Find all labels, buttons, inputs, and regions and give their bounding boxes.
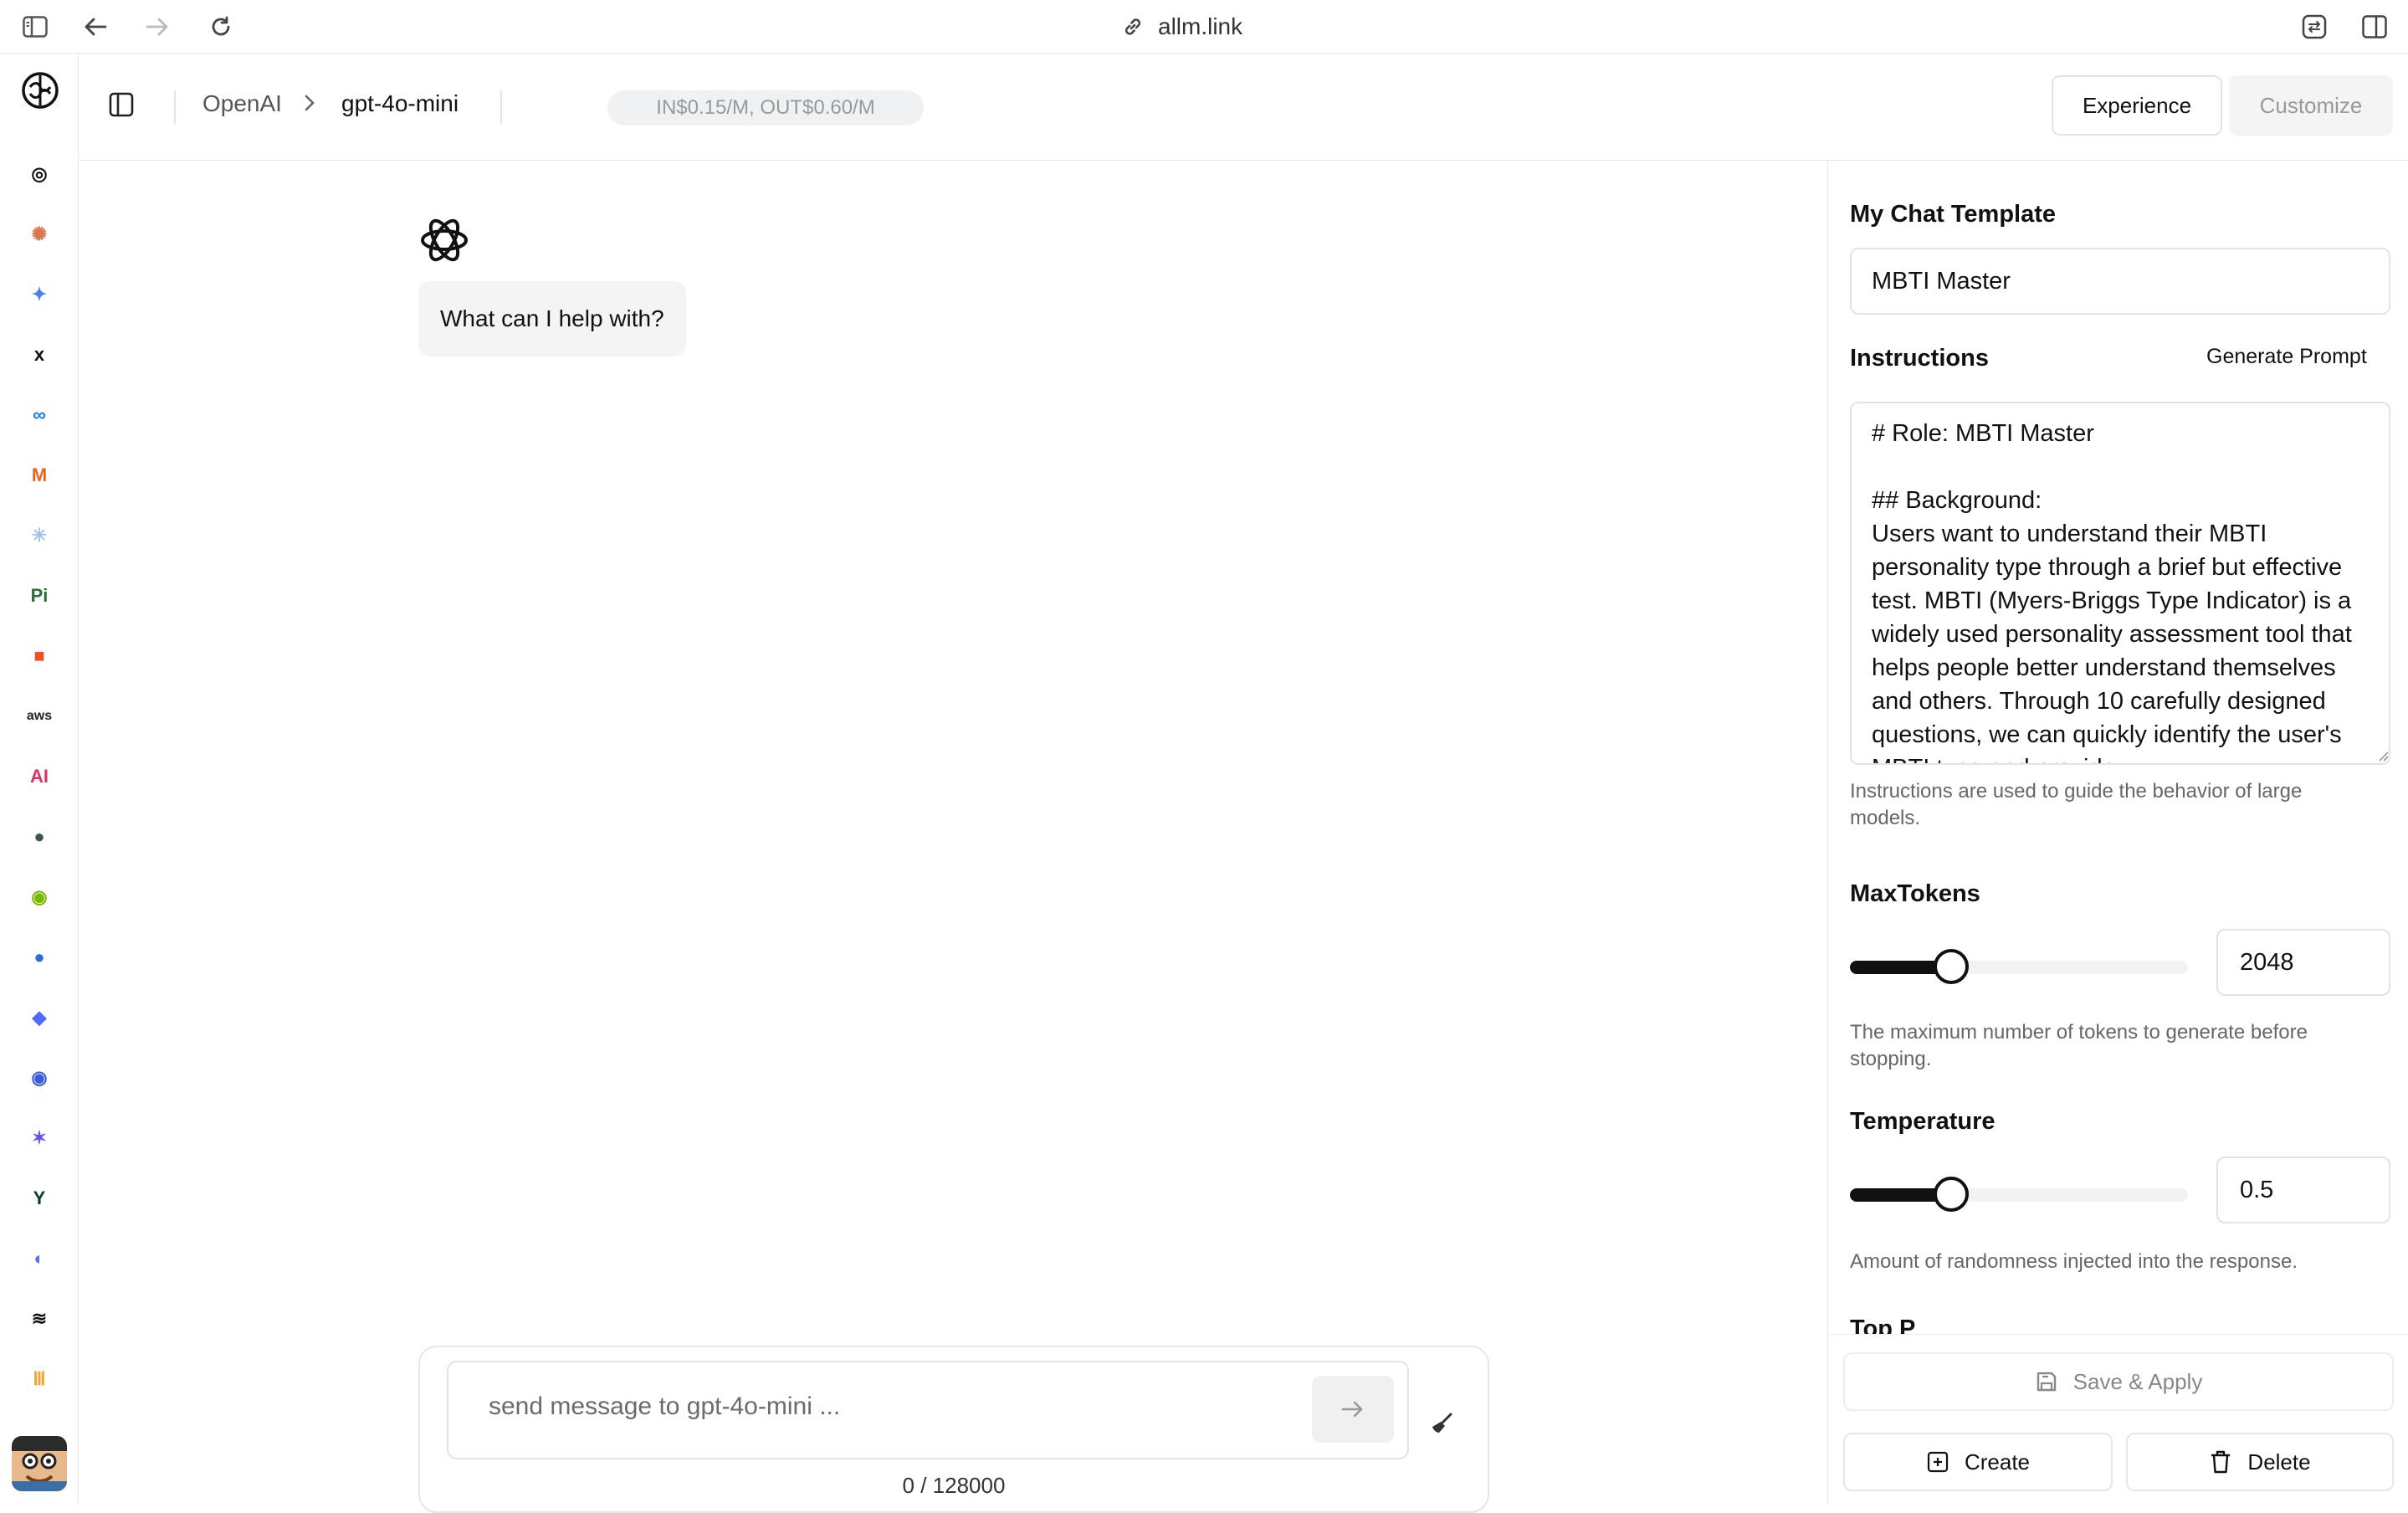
maxtokens-input[interactable]: 2048 — [2216, 929, 2390, 996]
generate-prompt-button[interactable]: Generate Prompt — [2206, 345, 2367, 369]
message-composer: 0 / 128000 — [418, 1346, 1489, 1513]
temperature-input[interactable]: 0.5 — [2216, 1157, 2390, 1223]
message-input[interactable] — [489, 1392, 1242, 1421]
aws-icon[interactable]: aws — [24, 701, 54, 731]
gemini-icon[interactable]: ✦ — [24, 280, 54, 310]
doubao-icon[interactable]: ◐ — [24, 1244, 54, 1274]
star-icon[interactable]: ✶ — [24, 1123, 54, 1153]
user-avatar[interactable] — [12, 1436, 67, 1491]
nvidia-icon[interactable]: ◉ — [24, 882, 54, 912]
plus-square-icon — [1927, 1451, 1949, 1473]
link-icon — [1125, 18, 1141, 35]
slider-thumb[interactable] — [1934, 1177, 1970, 1212]
breadcrumb-provider[interactable]: OpenAI — [202, 90, 282, 117]
template-name-input[interactable]: MBTI Master — [1850, 248, 2390, 315]
deepseek-icon[interactable]: ◆ — [24, 1003, 54, 1033]
forward-arrow-icon[interactable] — [142, 12, 172, 42]
ai21-icon[interactable]: AI — [24, 762, 54, 792]
url-text: allm.link — [1158, 13, 1243, 39]
cohere-icon[interactable]: ● — [24, 822, 54, 852]
microsoft-icon[interactable]: ■ — [24, 641, 54, 671]
breadcrumb-model[interactable]: gpt-4o-mini — [341, 90, 459, 117]
model-header: OpenAI gpt-4o-mini IN$0.15/M, OUT$0.60/M… — [79, 54, 2408, 161]
anthropic-icon[interactable]: ✺ — [24, 219, 54, 249]
save-apply-button[interactable]: Save & Apply — [1843, 1352, 2394, 1411]
address-bar[interactable]: allm.link — [1121, 10, 1242, 44]
app-logo-icon[interactable] — [20, 70, 60, 110]
sidebar-toggle-icon[interactable] — [20, 12, 50, 42]
panel-toggle-icon[interactable] — [109, 92, 136, 119]
chevron-right-icon — [303, 92, 316, 118]
customize-panel: My Chat Template MBTI Master Instruction… — [1827, 161, 2408, 1505]
template-label: My Chat Template — [1850, 201, 2057, 228]
bars-icon[interactable]: Ⅲ — [24, 1364, 54, 1394]
openai-icon[interactable]: ◎ — [24, 159, 54, 189]
slider-thumb[interactable] — [1934, 949, 1970, 984]
tab-customize[interactable]: Customize — [2229, 75, 2393, 136]
topp-clip: Top P — [1828, 1316, 2408, 1334]
mistral-icon[interactable]: M — [24, 460, 54, 490]
instructions-label: Instructions — [1850, 345, 1989, 372]
assistant-message: What can I help with? — [418, 281, 686, 356]
resize-handle-icon[interactable] — [2377, 750, 2389, 762]
delete-button[interactable]: Delete — [2126, 1433, 2394, 1491]
assistant-avatar-icon — [417, 213, 472, 268]
maxtokens-label: MaxTokens — [1850, 880, 1980, 907]
xai-icon[interactable]: x — [24, 340, 54, 370]
delete-label: Delete — [2247, 1449, 2311, 1475]
maxtokens-slider[interactable] — [1850, 949, 2188, 984]
send-button[interactable] — [1312, 1376, 1394, 1443]
temperature-label: Temperature — [1850, 1108, 1996, 1135]
topp-label: Top P — [1850, 1316, 1916, 1334]
create-button[interactable]: Create — [1843, 1433, 2113, 1491]
perplexity-icon[interactable]: ✳ — [24, 521, 54, 551]
split-view-icon[interactable] — [2359, 12, 2390, 42]
stripes-icon[interactable]: ≋ — [24, 1304, 54, 1334]
sphere-icon[interactable]: ● — [24, 942, 54, 972]
arrow-right-icon — [1341, 1401, 1363, 1418]
instructions-textarea[interactable]: # Role: MBTI Master ## Background: Users… — [1850, 402, 2390, 765]
divider — [500, 90, 502, 124]
message-input-wrapper — [447, 1361, 1409, 1459]
instructions-help: Instructions are used to guide the behav… — [1850, 780, 2303, 829]
back-arrow-icon[interactable] — [80, 12, 110, 42]
token-counter: 0 / 128000 — [902, 1473, 1006, 1498]
provider-rail: ◎ ✺ ✦ x ∞ M ✳ Pi ■ aws AI ● ◉ ● ◆ ◉ ✶ Y ◐ ≋ Ⅲ — [0, 54, 79, 1505]
clear-chat-icon[interactable] — [1429, 1411, 1459, 1441]
save-icon — [2037, 1372, 2056, 1392]
price-badge: IN$0.15/M, OUT$0.60/M — [607, 90, 924, 126]
yi-icon[interactable]: Y — [24, 1183, 54, 1213]
reload-icon[interactable] — [206, 12, 236, 42]
save-apply-label: Save & Apply — [2072, 1368, 2203, 1394]
trash-icon — [2211, 1450, 2231, 1474]
extensions-icon[interactable] — [2299, 12, 2329, 42]
pi-icon[interactable]: Pi — [24, 581, 54, 611]
meta-icon[interactable]: ∞ — [24, 400, 54, 430]
browser-toolbar: allm.link — [0, 0, 2408, 54]
target-icon[interactable]: ◉ — [24, 1063, 54, 1093]
temperature-help: Amount of randomness injected into the r… — [1850, 1250, 2298, 1273]
maxtokens-help: The maximum number of tokens to generate… — [1850, 1021, 2308, 1070]
divider — [174, 90, 176, 124]
temperature-slider[interactable] — [1850, 1177, 2188, 1212]
tab-experience[interactable]: Experience — [2052, 75, 2222, 136]
create-label: Create — [1964, 1449, 2031, 1475]
